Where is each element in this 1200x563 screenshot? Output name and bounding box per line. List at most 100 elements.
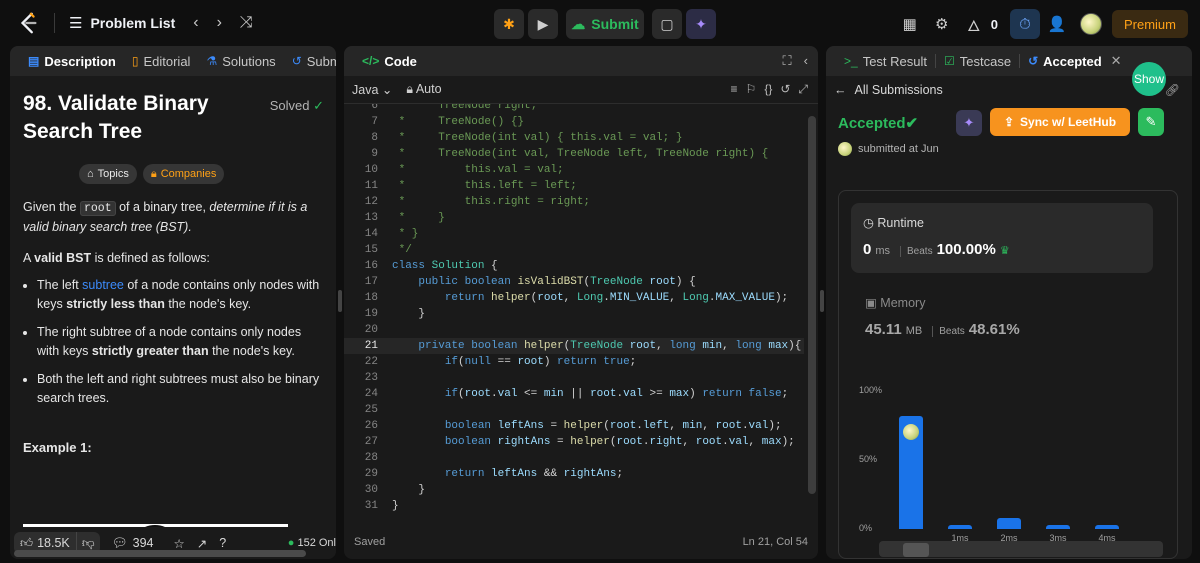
topics-chip[interactable]: ⌂ Topics <box>79 164 137 184</box>
submit-button[interactable]: ☁ Submit <box>566 9 644 39</box>
tab-testcase[interactable]: ☑ Testcase <box>936 54 1019 69</box>
code-line[interactable]: 27 boolean rightAns = helper(root.right,… <box>344 434 804 450</box>
code-line[interactable]: 9 * TreeNode(int val, TreeNode left, Tre… <box>344 146 804 162</box>
bookmark-icon[interactable]: ⚐ <box>746 82 757 97</box>
code-line[interactable]: 6 * TreeNode right; <box>344 104 804 114</box>
scroll-thumb[interactable] <box>903 543 929 557</box>
code-line[interactable]: 20 <box>344 322 804 338</box>
runtime-card[interactable]: ◷ Runtime 0 ms Beats 100.00% ♛ <box>851 203 1153 273</box>
add-user-icon[interactable]: 👤 <box>1042 9 1072 39</box>
code-line[interactable]: 24 if(root.val <= min || root.val >= max… <box>344 386 804 402</box>
timer-icon[interactable]: ⏱ <box>1009 9 1040 39</box>
code-line[interactable]: 15 */ <box>344 242 804 258</box>
language-select[interactable]: Java ⌄ <box>352 82 392 97</box>
horizontal-scrollbar[interactable] <box>14 550 306 557</box>
chart-bar[interactable] <box>1046 524 1070 529</box>
chart-scrollbar[interactable] <box>879 541 1163 557</box>
streak-fire-icon[interactable]: 🜂 <box>959 9 989 39</box>
notes-button[interactable]: ▢ <box>652 9 682 39</box>
help-button[interactable]: ? <box>219 536 226 550</box>
comments-button[interactable]: 💬︎ 394 <box>112 536 154 551</box>
close-icon[interactable]: ✕ <box>1111 53 1122 69</box>
code-line[interactable]: 17 public boolean isValidBST(TreeNode ro… <box>344 274 804 290</box>
format-icon[interactable]: ≡ <box>731 82 738 97</box>
show-button[interactable]: Show <box>1132 62 1166 96</box>
debug-button[interactable]: ✱ <box>494 9 524 39</box>
back-arrow-icon[interactable]: ← <box>834 83 847 97</box>
fullscreen-icon[interactable]: ⛶ <box>783 53 792 69</box>
code-line[interactable]: 16 class Solution { <box>344 258 804 274</box>
code-line[interactable]: 25 <box>344 402 804 418</box>
leetcode-logo-icon[interactable] <box>18 11 40 35</box>
panel-resize-handle[interactable] <box>820 290 824 312</box>
code-line[interactable]: 14 * } <box>344 226 804 242</box>
shuffle-icon[interactable]: ⤨ <box>240 14 253 32</box>
code-editor[interactable]: 6 * TreeNode right; 7 * TreeNode() {} 8 * … <box>344 104 818 533</box>
settings-gear-icon[interactable]: ⚙ <box>927 9 957 39</box>
autocomplete-toggle[interactable]: 🔒︎ Auto <box>406 82 441 97</box>
code-line[interactable]: 23 <box>344 370 804 386</box>
prev-problem-icon[interactable]: ‹ <box>193 14 198 32</box>
online-dot-icon: ● <box>287 537 295 549</box>
run-button[interactable]: ▶ <box>528 9 558 39</box>
code-line[interactable]: 8 * TreeNode(int val) { this.val = val; … <box>344 130 804 146</box>
subtree-link[interactable]: subtree <box>82 278 124 292</box>
tab-solutions[interactable]: ⚗ Solutions <box>198 54 283 69</box>
reset-icon[interactable]: ↺ <box>780 82 790 97</box>
all-submissions-link[interactable]: All Submissions <box>855 83 943 97</box>
star-icon: ☆ <box>173 536 185 551</box>
expand-icon[interactable]: ⤢ <box>798 82 808 97</box>
user-avatar[interactable] <box>1079 13 1102 35</box>
chart-bar[interactable] <box>1095 524 1119 529</box>
tab-test-result[interactable]: >_ Test Result <box>836 54 935 69</box>
code-line[interactable]: 10 * this.val = val; <box>344 162 804 178</box>
tab-code[interactable]: </> Code <box>354 54 425 69</box>
tag-chips: ⌂ Topics 🔒︎ Companies <box>79 164 323 184</box>
favorite-button[interactable]: ☆ <box>173 536 184 551</box>
code-line[interactable]: 29 return leftAns && rightAns; <box>344 466 804 482</box>
code-line[interactable]: 26 boolean leftAns = helper(root.left, m… <box>344 418 804 434</box>
divider <box>54 13 55 33</box>
ai-assist-button[interactable]: ✦ <box>686 9 716 39</box>
code-line[interactable]: 19 } <box>344 306 804 322</box>
braces-icon[interactable]: {} <box>764 82 772 97</box>
companies-chip[interactable]: 🔒︎ Companies <box>142 164 225 184</box>
layout-icon[interactable]: ▦ <box>895 9 925 39</box>
sparkle-icon: ✦ <box>695 15 707 32</box>
next-problem-icon[interactable]: › <box>217 14 222 32</box>
code-line[interactable]: 11 * this.left = left; <box>344 178 804 194</box>
collapse-icon[interactable]: ‹ <box>804 53 808 69</box>
line-text: class Solution { <box>392 260 498 272</box>
code-line[interactable]: 30 } <box>344 482 804 498</box>
tab-submissions[interactable]: ↺ Subm <box>284 54 336 69</box>
code-line[interactable]: 18 return helper(root, Long.MIN_VALUE, L… <box>344 290 804 306</box>
line-text: * TreeNode(int val) { this.val = val; } <box>392 132 683 144</box>
premium-button[interactable]: Premium <box>1111 10 1188 38</box>
link-icon[interactable]: 🔗︎ <box>1165 83 1180 97</box>
code-line[interactable]: 31} <box>344 498 804 514</box>
tab-accepted[interactable]: ↺ Accepted ✕ <box>1020 53 1130 69</box>
editor-scrollbar[interactable] <box>808 116 816 494</box>
chart-bar[interactable] <box>997 517 1021 529</box>
panel-resize-handle[interactable] <box>338 290 342 312</box>
code-line[interactable]: 7 * TreeNode() {} <box>344 114 804 130</box>
share-button[interactable]: ↗ <box>197 536 207 551</box>
tab-description[interactable]: ▤ Description <box>20 54 124 69</box>
line-number: 14 <box>364 228 378 240</box>
problem-list-link[interactable]: Problem List <box>90 15 175 31</box>
code-header-tools: ⛶ ‹ <box>783 53 818 69</box>
chart-bar[interactable] <box>948 524 972 529</box>
code-line[interactable]: 28 <box>344 450 804 466</box>
run-submit-group: ✱ ▶ ☁ Submit ▢ ✦ <box>494 9 716 39</box>
memory-title[interactable]: ▣ Memory <box>865 295 925 310</box>
line-text: return leftAns && rightAns; <box>444 468 624 480</box>
list-icon[interactable]: ☰ <box>69 14 82 32</box>
code-line[interactable]: 12 * this.right = right; <box>344 194 804 210</box>
edit-note-button[interactable]: ✎ <box>1138 108 1164 136</box>
ai-analyze-button[interactable]: ✦ <box>956 110 982 136</box>
code-line[interactable]: 21 private boolean helper(TreeNode root,… <box>344 338 804 354</box>
sync-leethub-button[interactable]: ⇪ Sync w/ LeetHub <box>990 108 1130 136</box>
code-line[interactable]: 22 if(null == root) return true; <box>344 354 804 370</box>
code-line[interactable]: 13 * } <box>344 210 804 226</box>
tab-editorial[interactable]: ▯ Editorial <box>124 54 199 69</box>
